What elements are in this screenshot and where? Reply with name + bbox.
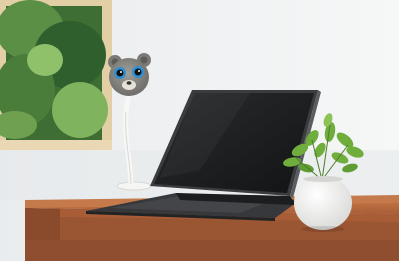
window [0, 0, 112, 150]
photo-illustration [0, 0, 399, 261]
product-photo-scene [0, 0, 399, 261]
